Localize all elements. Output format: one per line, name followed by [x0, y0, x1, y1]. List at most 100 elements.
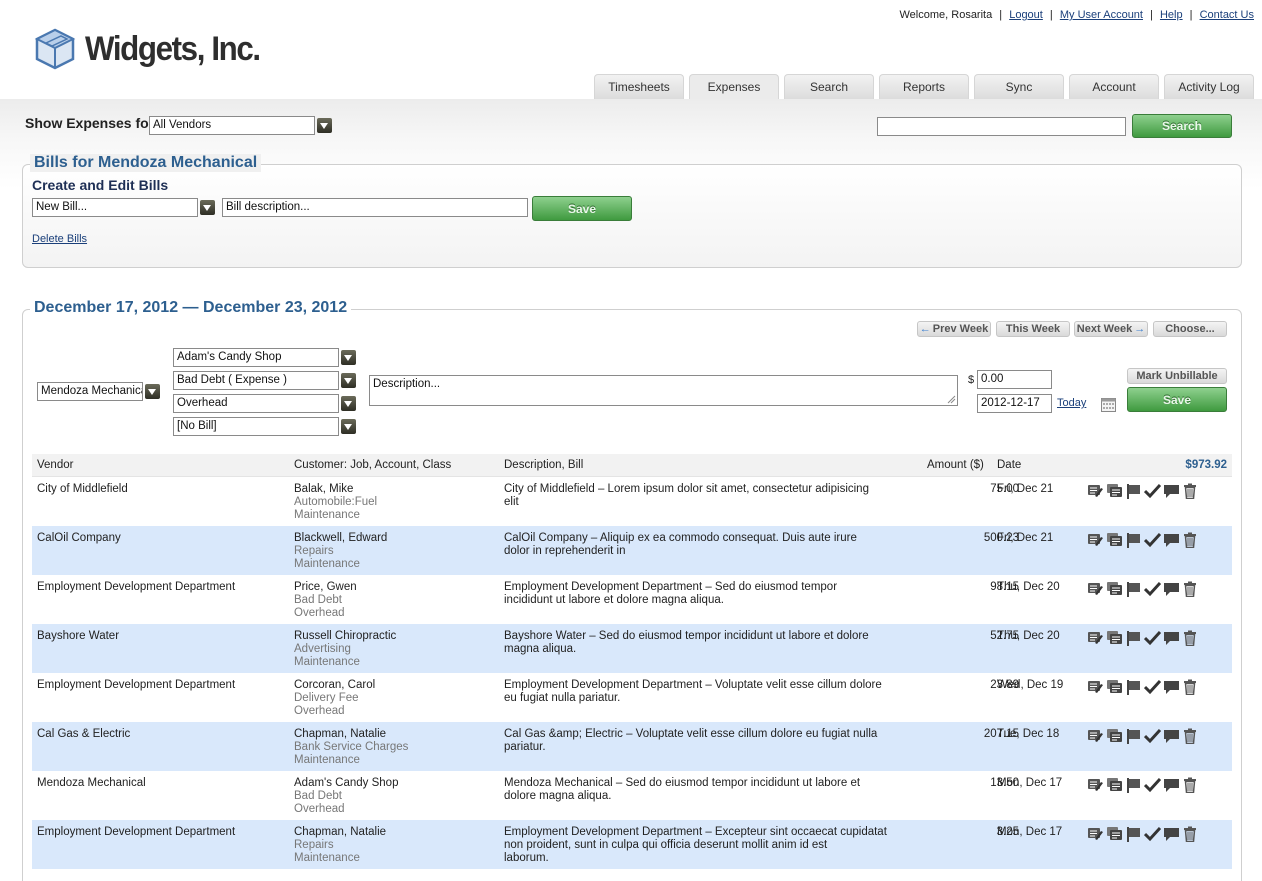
edit-icon[interactable]: [1087, 532, 1104, 548]
copy-icon[interactable]: [1106, 483, 1123, 499]
checkmark-icon[interactable]: [1143, 679, 1162, 695]
tab-reports[interactable]: Reports: [879, 74, 969, 99]
my-user-account-link[interactable]: My User Account: [1060, 9, 1143, 21]
comment-icon[interactable]: [1163, 532, 1180, 548]
table-row[interactable]: Mendoza Mechanical Adam's Candy Shop Bad D…: [32, 771, 1232, 820]
checkmark-icon[interactable]: [1143, 532, 1162, 548]
comment-icon[interactable]: [1163, 630, 1180, 646]
entry-amount-input[interactable]: 0.00: [977, 370, 1052, 389]
trash-icon[interactable]: [1182, 581, 1199, 598]
edit-icon[interactable]: [1087, 826, 1104, 842]
comment-icon[interactable]: [1163, 483, 1180, 499]
tab-account[interactable]: Account: [1069, 74, 1159, 99]
copy-icon[interactable]: [1106, 532, 1123, 548]
copy-icon[interactable]: [1106, 679, 1123, 695]
checkmark-icon[interactable]: [1143, 483, 1162, 499]
table-row[interactable]: Employment Development Department Chapman…: [32, 820, 1232, 869]
entry-vendor-select[interactable]: Mendoza Mechanical: [37, 382, 143, 401]
save-bill-button[interactable]: Save: [532, 196, 632, 221]
search-input[interactable]: [877, 117, 1126, 136]
vendor-filter-dropdown-button[interactable]: [317, 118, 332, 133]
comment-icon[interactable]: [1163, 679, 1180, 695]
tab-timesheets[interactable]: Timesheets: [594, 74, 684, 99]
entry-customer-select[interactable]: Adam's Candy Shop: [173, 348, 339, 367]
col-vendor[interactable]: Vendor: [37, 459, 73, 471]
table-row[interactable]: City of Middlefield Balak, Mike Automobile…: [32, 477, 1232, 526]
comment-icon[interactable]: [1163, 581, 1180, 597]
entry-class-select[interactable]: Overhead: [173, 394, 339, 413]
table-row[interactable]: Employment Development Department Corcora…: [32, 673, 1232, 722]
edit-icon[interactable]: [1087, 581, 1104, 597]
copy-icon[interactable]: [1106, 581, 1123, 597]
table-row[interactable]: Cal Gas & Electric Chapman, Natalie Bank S…: [32, 722, 1232, 771]
flag-icon[interactable]: [1125, 679, 1142, 695]
entry-class-dropdown-button[interactable]: [341, 396, 356, 411]
tab-sync[interactable]: Sync: [974, 74, 1064, 99]
edit-icon[interactable]: [1087, 483, 1104, 499]
prev-week-button[interactable]: ← Prev Week: [917, 321, 991, 337]
edit-icon[interactable]: [1087, 630, 1104, 646]
flag-icon[interactable]: [1125, 826, 1142, 842]
edit-icon[interactable]: [1087, 679, 1104, 695]
entry-bill-select[interactable]: [No Bill]: [173, 417, 339, 436]
checkmark-icon[interactable]: [1143, 777, 1162, 793]
comment-icon[interactable]: [1163, 826, 1180, 842]
entry-description-textarea[interactable]: Description...: [369, 375, 958, 406]
mark-unbillable-button[interactable]: Mark Unbillable: [1127, 368, 1227, 384]
this-week-button[interactable]: This Week: [996, 321, 1070, 337]
entry-date-input[interactable]: 2012-12-17: [977, 394, 1052, 413]
edit-icon[interactable]: [1087, 777, 1104, 793]
col-customer[interactable]: Customer: Job, Account, Class: [294, 459, 451, 471]
table-row[interactable]: Employment Development Department Price, …: [32, 575, 1232, 624]
trash-icon[interactable]: [1182, 679, 1199, 696]
flag-icon[interactable]: [1125, 483, 1142, 499]
trash-icon[interactable]: [1182, 483, 1199, 500]
choose-week-button[interactable]: Choose...: [1153, 321, 1227, 337]
vendor-filter-select[interactable]: All Vendors: [149, 116, 315, 135]
copy-icon[interactable]: [1106, 630, 1123, 646]
tab-expenses[interactable]: Expenses: [689, 74, 779, 99]
delete-bills-link[interactable]: Delete Bills: [32, 233, 87, 245]
checkmark-icon[interactable]: [1143, 826, 1162, 842]
flag-icon[interactable]: [1125, 532, 1142, 548]
entry-customer-dropdown-button[interactable]: [341, 350, 356, 365]
checkmark-icon[interactable]: [1143, 630, 1162, 646]
search-button[interactable]: Search: [1132, 114, 1232, 138]
checkmark-icon[interactable]: [1143, 581, 1162, 597]
contact-us-link[interactable]: Contact Us: [1200, 9, 1254, 21]
flag-icon[interactable]: [1125, 728, 1142, 744]
tab-search[interactable]: Search: [784, 74, 874, 99]
calendar-icon[interactable]: [1101, 398, 1116, 412]
help-link[interactable]: Help: [1160, 9, 1183, 21]
copy-icon[interactable]: [1106, 826, 1123, 842]
entry-vendor-dropdown-button[interactable]: [145, 384, 160, 399]
flag-icon[interactable]: [1125, 581, 1142, 597]
bill-select[interactable]: New Bill...: [32, 198, 198, 217]
trash-icon[interactable]: [1182, 777, 1199, 794]
logout-link[interactable]: Logout: [1009, 9, 1043, 21]
comment-icon[interactable]: [1163, 728, 1180, 744]
table-row[interactable]: CalOil Company Blackwell, Edward Repairs Ma…: [32, 526, 1232, 575]
tab-activity-log[interactable]: Activity Log: [1164, 74, 1254, 99]
today-link[interactable]: Today: [1057, 397, 1086, 409]
flag-icon[interactable]: [1125, 777, 1142, 793]
table-row[interactable]: Bayshore Water Russell Chiropractic Advert…: [32, 624, 1232, 673]
trash-icon[interactable]: [1182, 826, 1199, 843]
save-entry-button[interactable]: Save: [1127, 387, 1227, 412]
col-date[interactable]: Date: [997, 459, 1021, 471]
entry-account-dropdown-button[interactable]: [341, 373, 356, 388]
col-amount[interactable]: Amount ($): [927, 459, 984, 471]
copy-icon[interactable]: [1106, 728, 1123, 744]
bill-description-input[interactable]: Bill description...: [222, 198, 528, 217]
comment-icon[interactable]: [1163, 777, 1180, 793]
edit-icon[interactable]: [1087, 728, 1104, 744]
checkmark-icon[interactable]: [1143, 728, 1162, 744]
col-description[interactable]: Description, Bill: [504, 459, 583, 471]
trash-icon[interactable]: [1182, 532, 1199, 549]
copy-icon[interactable]: [1106, 777, 1123, 793]
entry-bill-dropdown-button[interactable]: [341, 419, 356, 434]
entry-account-select[interactable]: Bad Debt ( Expense ): [173, 371, 339, 390]
trash-icon[interactable]: [1182, 630, 1199, 647]
trash-icon[interactable]: [1182, 728, 1199, 745]
bill-dropdown-button[interactable]: [200, 200, 215, 215]
